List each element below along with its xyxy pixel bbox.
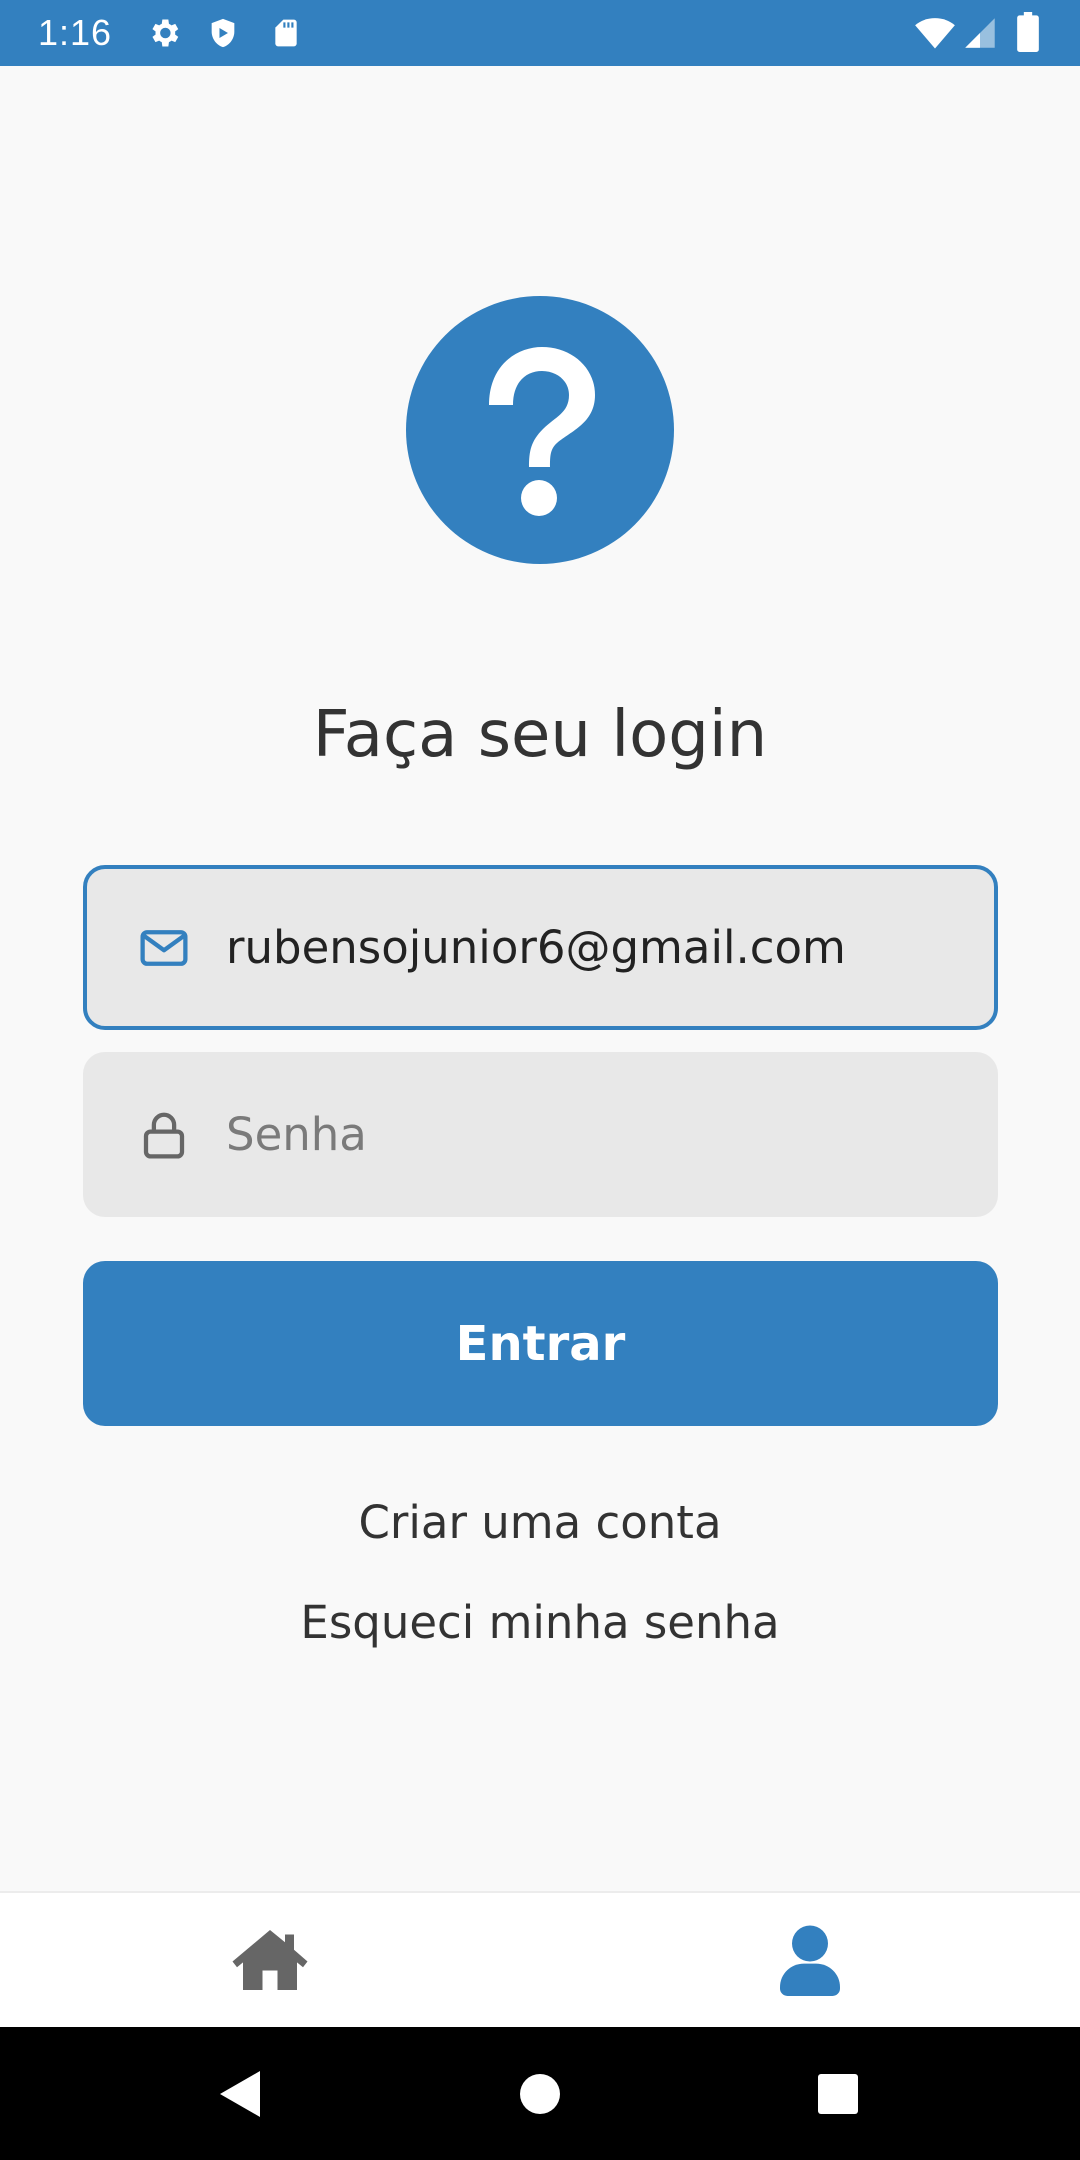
wifi-icon xyxy=(914,14,956,56)
forgot-password-link[interactable]: Esqueci minha senha xyxy=(0,1593,1080,1653)
question-mark-icon xyxy=(405,295,675,565)
home-system-button[interactable] xyxy=(480,2027,600,2160)
recents-button[interactable] xyxy=(778,2027,898,2160)
lock-icon xyxy=(137,1108,191,1162)
sd-card-icon xyxy=(270,15,302,55)
nav-home[interactable] xyxy=(0,1893,540,2027)
email-field[interactable]: rubensojunior6@gmail.com xyxy=(83,865,998,1030)
nav-profile[interactable] xyxy=(540,1893,1080,2027)
gear-icon xyxy=(146,15,182,55)
back-button[interactable] xyxy=(180,2027,300,2160)
shield-icon xyxy=(206,15,240,55)
home-circle-icon xyxy=(520,2073,560,2114)
login-button[interactable]: Entrar xyxy=(83,1261,998,1426)
back-icon xyxy=(220,2070,260,2117)
password-placeholder: Senha xyxy=(226,1107,367,1161)
email-value: rubensojunior6@gmail.com xyxy=(226,920,846,974)
page-title: Faça seu login xyxy=(312,698,768,772)
status-bar: 1:16 xyxy=(0,0,1080,66)
status-time: 1:16 xyxy=(38,12,113,53)
bottom-nav xyxy=(0,1891,1080,2027)
battery-icon xyxy=(1016,12,1040,56)
signal-icon xyxy=(962,14,998,56)
home-icon xyxy=(232,1930,308,1990)
user-icon xyxy=(780,1925,840,1996)
create-account-link[interactable]: Criar uma conta xyxy=(0,1493,1080,1553)
recents-icon xyxy=(818,2073,858,2114)
system-nav-bar xyxy=(0,2027,1080,2160)
mail-icon xyxy=(137,921,191,975)
password-field[interactable]: Senha xyxy=(83,1052,998,1217)
